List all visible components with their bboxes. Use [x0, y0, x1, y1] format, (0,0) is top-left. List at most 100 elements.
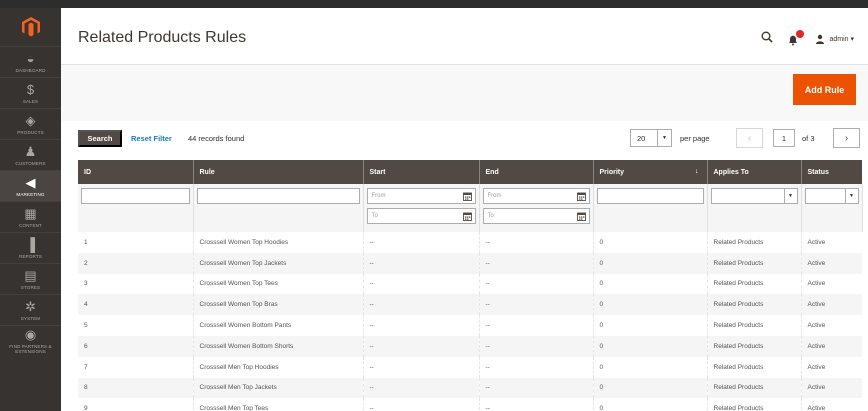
cell-rule: Crosssell Women Top Tees — [193, 273, 364, 295]
table-row[interactable]: 9 Crosssell Men Top Tees -- -- 0 Related Prod… — [78, 398, 862, 411]
id-filter-input[interactable] — [81, 188, 190, 204]
cell-id: 8 — [78, 377, 194, 399]
search-button[interactable]: Search — [78, 130, 122, 147]
table-row[interactable]: 6 Crosssell Women Bottom Shorts -- -- 0 Relat… — [78, 335, 862, 357]
reset-filter-link[interactable]: Reset Filter — [131, 134, 172, 143]
store-icon: ▤ — [24, 267, 37, 283]
cell-end: -- — [479, 398, 594, 411]
cell-end: -- — [479, 377, 594, 399]
cell-id: 4 — [78, 294, 194, 316]
cell-id: 1 — [78, 232, 194, 253]
sidebar-item-marketing[interactable]: ◀ MARKETING — [0, 170, 61, 201]
cell-rule: Crosssell Women Top Hoodies — [193, 232, 364, 253]
cell-priority: 0 — [593, 315, 708, 336]
cell-id: 7 — [78, 356, 194, 378]
calendar-icon[interactable] — [575, 189, 589, 203]
sidebar-item-stores[interactable]: ▤ STORES — [0, 263, 61, 294]
priority-filter-input[interactable] — [596, 188, 704, 204]
cell-status: Active — [801, 294, 862, 316]
sidebar-item-dashboard[interactable]: ◒ DASHBOARD — [0, 46, 61, 77]
cell-applies: Related Products — [707, 377, 802, 399]
column-header-rule[interactable]: Rule — [193, 160, 364, 184]
column-header-id[interactable]: ID — [78, 160, 194, 184]
sidebar-item-label: REPORTS — [19, 253, 42, 259]
top-strip — [0, 0, 868, 8]
start-from-input[interactable]: From — [366, 188, 476, 204]
end-from-input[interactable]: From — [482, 188, 590, 204]
page-header: Related Products Rules admin ▾ — [61, 8, 868, 64]
cell-status: Active — [801, 252, 862, 274]
cell-rule: Crosssell Men Top Jackets — [193, 377, 364, 399]
sidebar-item-reports[interactable]: ▐ REPORTS — [0, 232, 61, 263]
start-to-input[interactable]: To — [366, 208, 476, 224]
calendar-icon[interactable] — [461, 209, 475, 223]
cell-priority: 0 — [593, 294, 708, 316]
dollar-icon: $ — [26, 81, 35, 97]
chevron-down-icon: ▼ — [783, 189, 797, 203]
megaphone-icon: ◀ — [25, 174, 36, 190]
status-filter-select[interactable]: ▼ — [804, 188, 859, 204]
cell-start: -- — [363, 273, 480, 295]
per-page-select[interactable]: 20 ▼ — [630, 129, 672, 147]
start-to-placeholder: To — [371, 213, 378, 219]
table-row[interactable]: 3 Crosssell Women Top Tees -- -- 0 Related Pr… — [78, 273, 862, 295]
dashboard-icon: ◒ — [26, 50, 35, 66]
sidebar-item-find-partners-extensions[interactable]: ◉ FIND PARTNERS & EXTENSIONS — [0, 325, 61, 356]
cell-status: Active — [801, 232, 862, 253]
cell-rule: Crosssell Women Top Jackets — [193, 252, 364, 274]
column-header-end[interactable]: End — [479, 160, 594, 184]
page-number-input[interactable]: 1 — [773, 129, 795, 147]
cell-id: 9 — [78, 398, 194, 411]
search-icon[interactable] — [761, 30, 774, 48]
rule-filter-input[interactable] — [196, 188, 360, 204]
cell-rule: Crosssell Men Top Tees — [193, 398, 364, 411]
calendar-icon[interactable] — [575, 209, 589, 223]
sidebar-item-sales[interactable]: $ SALES — [0, 77, 61, 108]
cell-id: 5 — [78, 315, 194, 336]
cell-start: -- — [363, 377, 480, 399]
calendar-icon[interactable] — [461, 189, 475, 203]
table-row[interactable]: 1 Crosssell Women Top Hoodies -- -- 0 Related… — [78, 232, 862, 253]
column-header-status[interactable]: Status — [801, 160, 862, 184]
notifications-bell-icon[interactable] — [787, 30, 805, 46]
table-row[interactable]: 2 Crosssell Women Top Jackets -- -- 0 Related… — [78, 252, 862, 274]
table-row[interactable]: 5 Crosssell Women Bottom Pants -- -- 0 Relate… — [78, 315, 862, 336]
notification-badge — [796, 30, 805, 38]
applies-to-filter-select[interactable]: ▼ — [710, 188, 798, 204]
table-row[interactable]: 7 Crosssell Men Top Hoodies -- -- 0 Related P… — [78, 356, 862, 378]
cell-id: 3 — [78, 273, 194, 295]
column-header-applies-to[interactable]: Applies To — [707, 160, 802, 184]
add-rule-button[interactable]: Add Rule — [793, 74, 856, 105]
previous-page-button[interactable]: ‹ — [736, 128, 763, 148]
user-menu[interactable]: admin ▾ — [815, 34, 854, 44]
table-row[interactable]: 4 Crosssell Women Top Bras -- -- 0 Related Pr… — [78, 294, 862, 316]
sidebar-item-label: MARKETING — [16, 191, 45, 197]
sidebar-item-label: PRODUCTS — [17, 129, 44, 135]
cell-rule: Crosssell Men Top Hoodies — [193, 356, 364, 378]
sidebar-item-label: SALES — [22, 98, 39, 104]
sidebar-item-label: SYSTEM — [20, 315, 41, 321]
next-page-button[interactable]: › — [833, 128, 860, 148]
page-title: Related Products Rules — [78, 29, 247, 46]
sidebar-item-customers[interactable]: ♟ CUSTOMERS — [0, 139, 61, 170]
gear-icon: ✲ — [25, 298, 36, 314]
table-header-row: ID Rule Start End Priority ↓ Applies To S… — [78, 160, 862, 184]
cell-priority: 0 — [593, 335, 708, 357]
sidebar-item-content[interactable]: ▦ CONTENT — [0, 201, 61, 232]
cell-status: Active — [801, 315, 862, 336]
sidebar-item-products[interactable]: ◈ PRODUCTS — [0, 108, 61, 139]
column-header-priority[interactable]: Priority ↓ — [593, 160, 708, 184]
cell-priority: 0 — [593, 273, 708, 295]
cell-id: 6 — [78, 335, 194, 357]
column-header-start[interactable]: Start — [363, 160, 480, 184]
magento-logo[interactable] — [0, 8, 61, 46]
partners-icon: ◉ — [24, 327, 37, 342]
page-actions-bar: Add Rule — [61, 64, 868, 121]
cell-priority: 0 — [593, 252, 708, 274]
table-row[interactable]: 8 Crosssell Men Top Jackets -- -- 0 Related P… — [78, 377, 862, 399]
end-to-input[interactable]: To — [482, 208, 590, 224]
sidebar-item-label: CUSTOMERS — [15, 160, 46, 166]
per-page-value: 20 — [637, 133, 646, 143]
cell-priority: 0 — [593, 356, 708, 378]
sidebar-item-system[interactable]: ✲ SYSTEM — [0, 294, 61, 325]
